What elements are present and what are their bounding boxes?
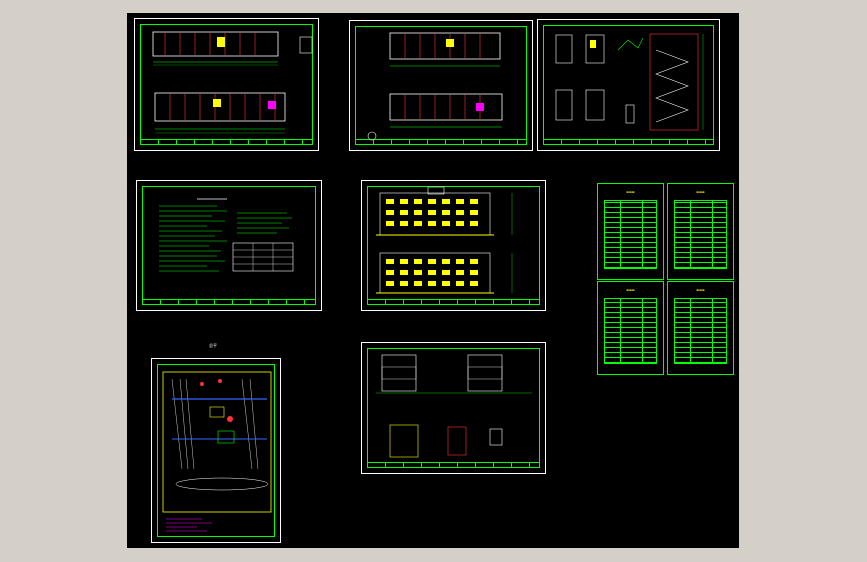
table-sheet-3[interactable]: ▬▬▬ [597, 281, 664, 375]
table-sheet-header: ▬▬▬ [696, 288, 705, 292]
sheet-site-plan[interactable] [151, 358, 281, 543]
table-column-line [642, 200, 643, 269]
sheet-upper-floor-plans[interactable] [349, 20, 533, 151]
table-sheet-4[interactable]: ▬▬▬ [667, 281, 734, 375]
table-sheet-header: ▬▬▬ [626, 288, 635, 292]
sheet-stair-details[interactable] [537, 19, 720, 151]
table-column-line [690, 200, 691, 269]
floor-plan-drawing [152, 31, 313, 134]
sheet-design-notes[interactable] [136, 180, 322, 311]
upper-plan-drawing [367, 32, 503, 141]
table-column-line [712, 200, 713, 269]
table-sheet-1[interactable]: ▬▬▬ [597, 183, 664, 280]
table-grid [674, 298, 727, 364]
sheet-floor-plans[interactable] [134, 18, 319, 151]
notes-drawing [159, 198, 294, 272]
stair-drawing [555, 33, 704, 131]
table-grid [674, 200, 727, 269]
table-column-line [642, 298, 643, 364]
site-plan-title: 总平 [209, 343, 217, 348]
table-sheet-header: ▬▬▬ [626, 190, 635, 194]
table-grid [604, 200, 657, 269]
sheet-elevations[interactable] [361, 180, 546, 311]
table-sheet-2[interactable]: ▬▬▬ [667, 183, 734, 280]
section-drawing [376, 354, 532, 458]
table-column-line [712, 298, 713, 364]
elevation-drawing [376, 186, 513, 294]
cad-model-space[interactable]: 总平 ▬▬▬ ▬▬▬ ▬▬▬ ▬▬▬ [127, 13, 739, 548]
table-grid [604, 298, 657, 364]
table-column-line [690, 298, 691, 364]
site-plan-drawing [162, 371, 272, 532]
sheet-sections[interactable] [361, 342, 546, 474]
table-column-line [620, 200, 621, 269]
table-sheet-header: ▬▬▬ [696, 190, 705, 194]
table-column-line [620, 298, 621, 364]
